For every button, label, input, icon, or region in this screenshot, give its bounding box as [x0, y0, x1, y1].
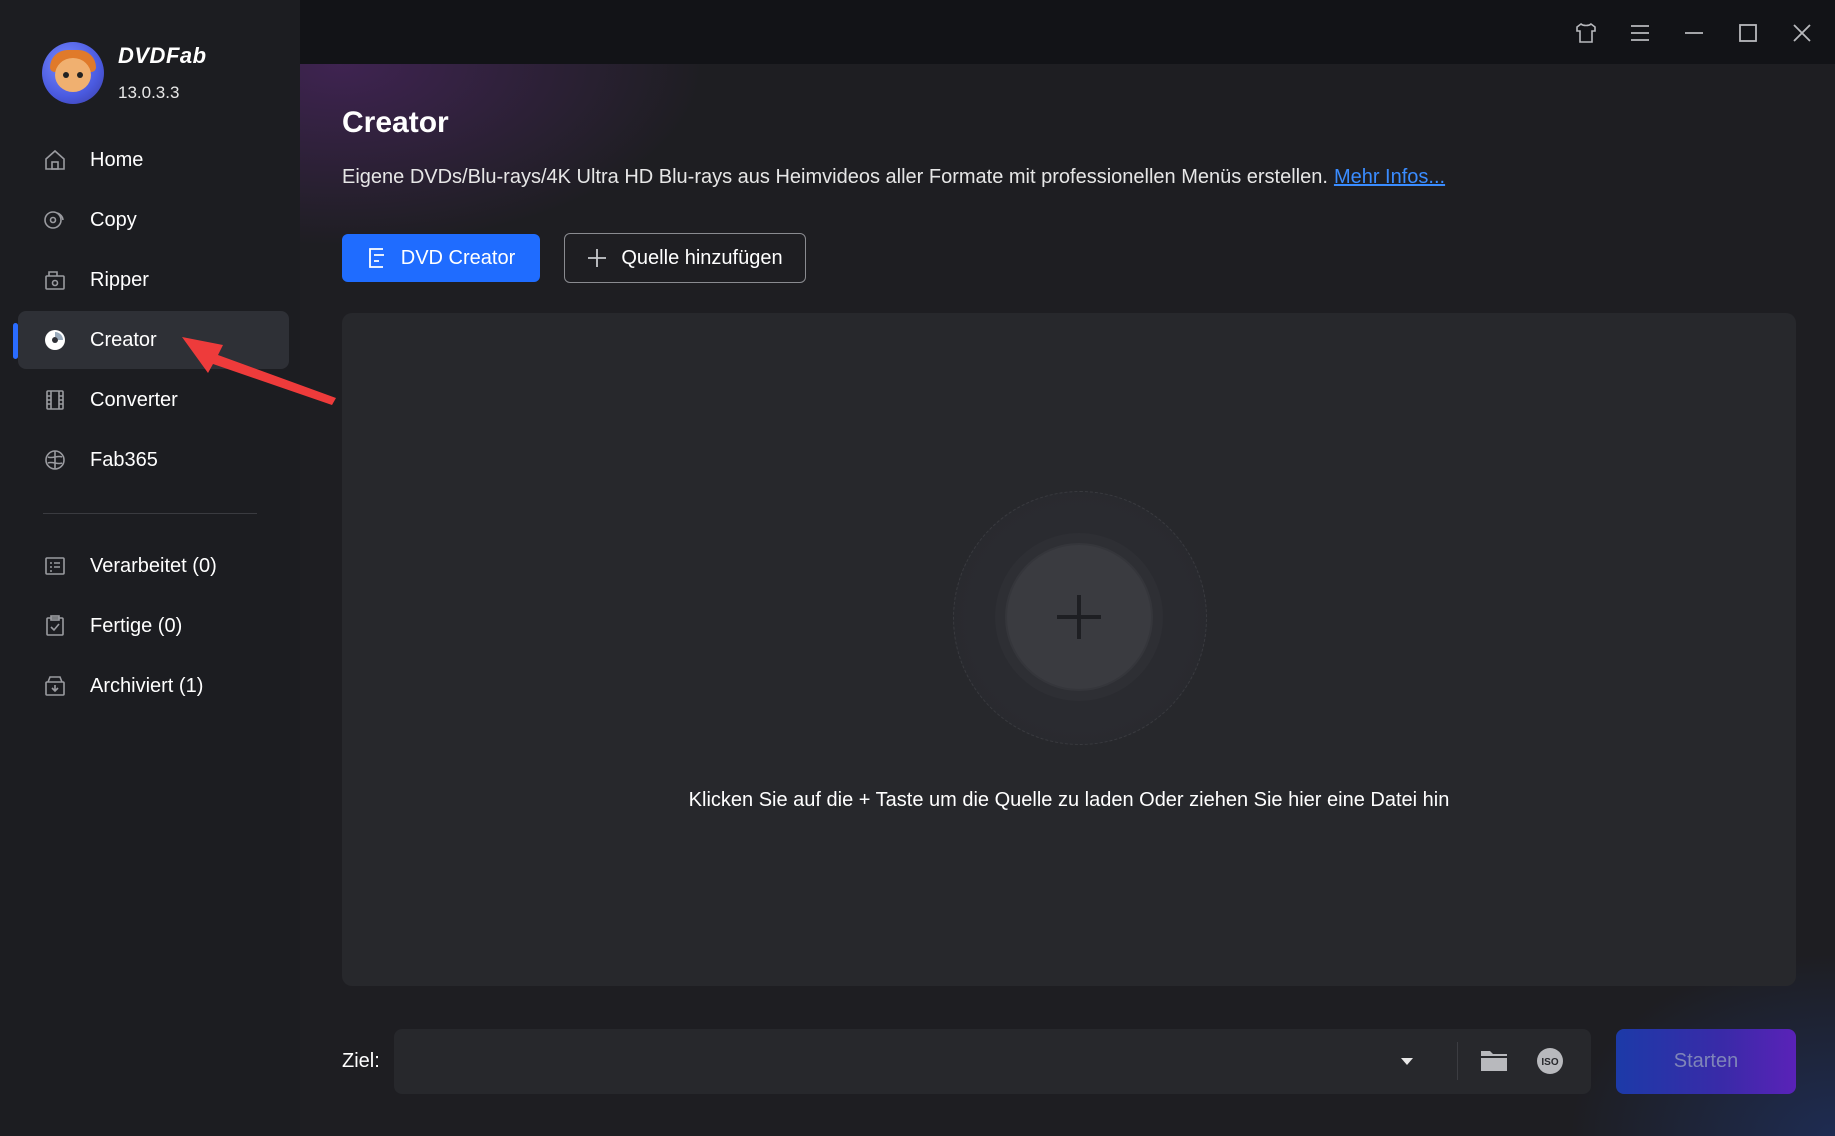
sidebar-divider [43, 513, 257, 514]
sidebar-item-label: Copy [90, 208, 137, 231]
page-description: Eigene DVDs/Blu-rays/4K Ultra HD Blu-ray… [342, 166, 1445, 189]
archive-box-icon [42, 673, 68, 699]
shirt-skin-icon[interactable] [1571, 18, 1601, 48]
creator-disc-icon [42, 327, 68, 353]
drop-hint-text: Klicken Sie auf die + Taste um die Quell… [688, 789, 1450, 811]
sidebar-item-label: Verarbeitet (0) [90, 554, 217, 577]
sidebar-item-home[interactable]: Home [18, 131, 289, 189]
app-version: 13.0.3.3 [118, 83, 180, 102]
destination-label: Ziel: [342, 1050, 380, 1072]
destination-input[interactable] [406, 1029, 1410, 1096]
menu-icon[interactable] [1625, 18, 1655, 48]
dvd-creator-label: DVD Creator [400, 246, 516, 269]
plus-icon [588, 249, 607, 267]
annotation-arrow-icon [182, 337, 336, 405]
page-title: Creator [342, 106, 449, 139]
minimize-icon[interactable] [1679, 18, 1709, 48]
start-button[interactable]: Starten [1616, 1029, 1796, 1094]
sidebar-item-archiviert[interactable]: Archiviert (1) [18, 657, 289, 715]
ripper-icon [42, 267, 68, 293]
description-text: Eigene DVDs/Blu-rays/4K Ultra HD Blu-ray… [342, 166, 1328, 188]
sidebar-item-ripper[interactable]: Ripper [18, 251, 289, 309]
sidebar-item-label: Creator [90, 328, 157, 351]
sidebar-item-fertige[interactable]: Fertige (0) [18, 597, 289, 655]
add-source-plus-button[interactable] [1007, 545, 1151, 689]
destination-separator [1457, 1042, 1458, 1080]
app-logo: DVDFab 13.0.3.3 [42, 42, 207, 104]
sidebar: DVDFab 13.0.3.3 Home Copy Ripper Creator… [0, 0, 300, 1136]
more-info-link[interactable]: Mehr Infos... [1334, 166, 1445, 188]
maximize-icon[interactable] [1733, 18, 1763, 48]
sidebar-item-verarbeitet[interactable]: Verarbeitet (0) [18, 537, 289, 595]
monkey-logo-icon [42, 42, 104, 104]
sidebar-item-label: Archiviert (1) [90, 674, 204, 697]
folder-icon[interactable] [1479, 1046, 1509, 1079]
sidebar-item-label: Fab365 [90, 448, 158, 471]
add-source-label: Quelle hinzufügen [621, 246, 783, 269]
clipboard-check-icon [42, 613, 68, 639]
sidebar-item-fab365[interactable]: Fab365 [18, 431, 289, 489]
home-icon [42, 147, 68, 173]
fab365-icon [42, 447, 68, 473]
svg-text:ISO: ISO [1541, 1057, 1558, 1068]
sidebar-item-label: Ripper [90, 268, 149, 291]
sidebar-item-label: Home [90, 148, 144, 171]
add-source-button[interactable]: Quelle hinzufügen [564, 233, 806, 283]
film-icon [42, 387, 68, 413]
processing-list-icon [42, 553, 68, 579]
close-icon[interactable] [1787, 18, 1817, 48]
destination-field: ISO [394, 1029, 1591, 1096]
copy-disc-icon [42, 207, 68, 233]
iso-icon[interactable]: ISO [1535, 1046, 1565, 1081]
large-plus-icon [1057, 595, 1101, 639]
title-bar [300, 0, 1835, 64]
sidebar-item-copy[interactable]: Copy [18, 191, 289, 249]
sidebar-item-label: Fertige (0) [90, 614, 183, 637]
app-name: DVDFab [118, 43, 207, 68]
dvd-creator-button[interactable]: DVD Creator [342, 234, 540, 282]
chevron-down-icon[interactable] [1399, 1054, 1415, 1072]
creator-mode-icon [368, 248, 384, 268]
sidebar-item-label: Converter [90, 388, 178, 411]
drop-zone[interactable]: Klicken Sie auf die + Taste um die Quell… [342, 313, 1796, 986]
